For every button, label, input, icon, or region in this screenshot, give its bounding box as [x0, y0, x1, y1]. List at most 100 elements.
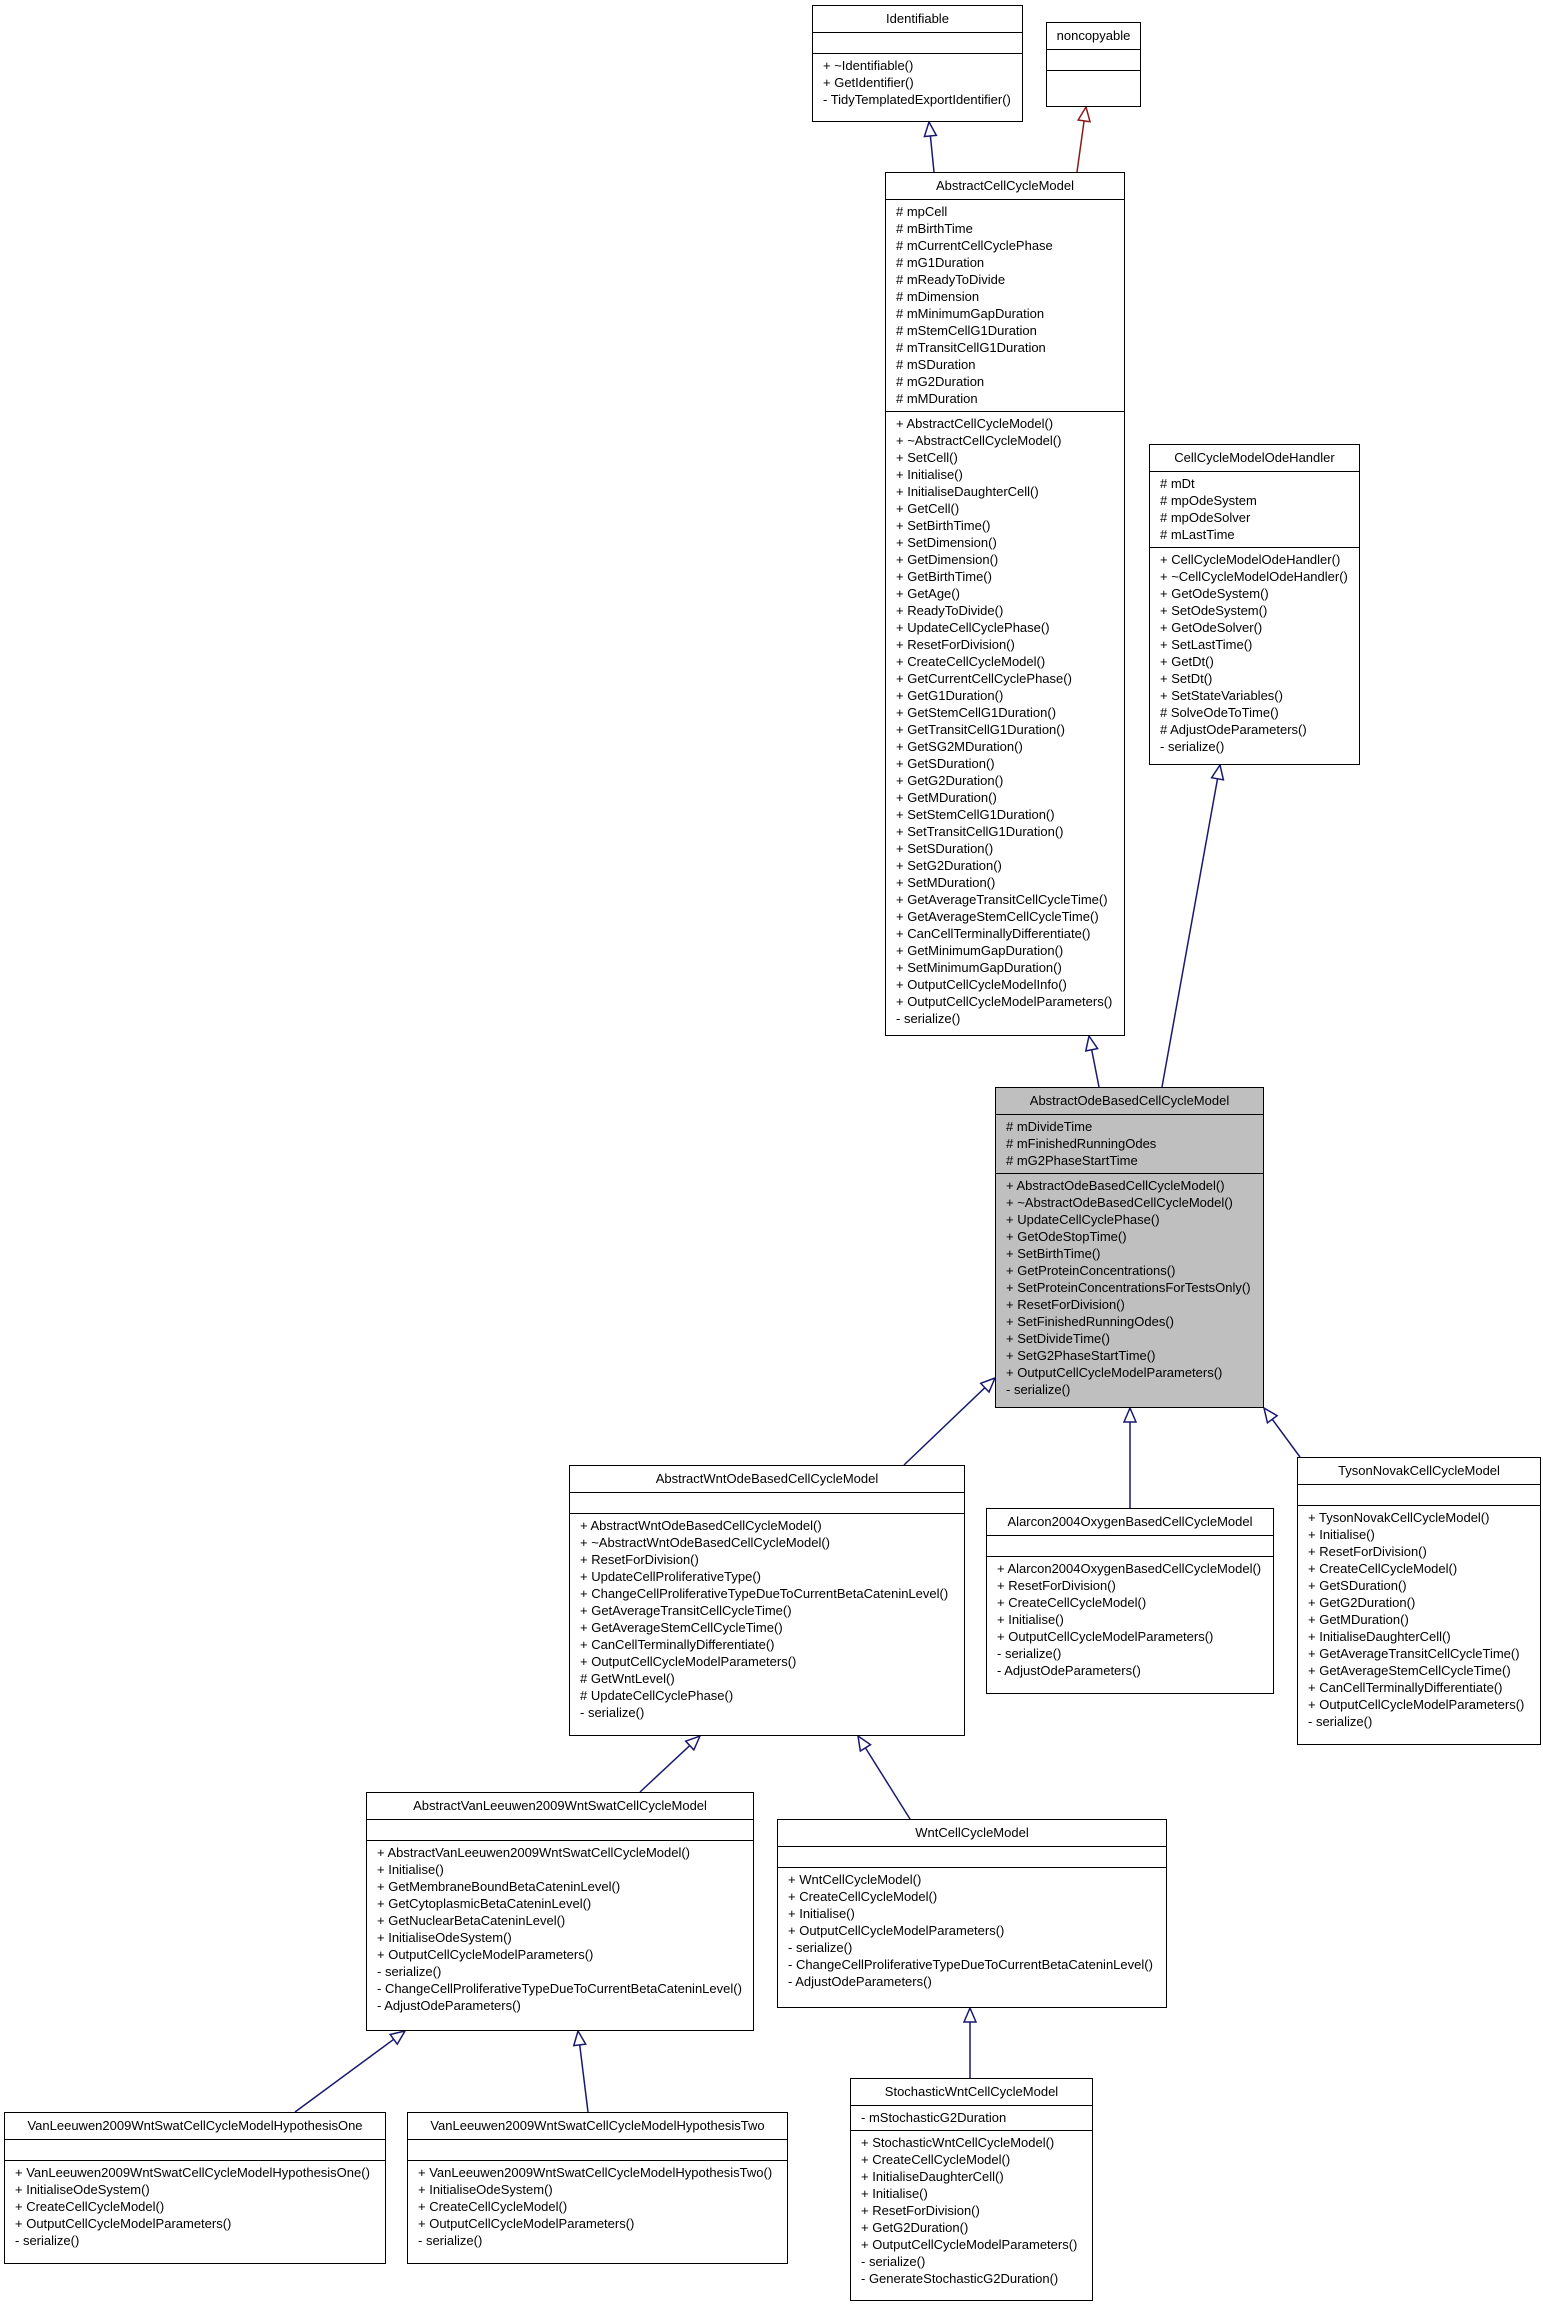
class-box-van-leeuwen-2009-hypothesis-one[interactable]: VanLeeuwen2009WntSwatCellCycleModelHypot…	[4, 2112, 386, 2264]
class-method: + SetProteinConcentrationsForTestsOnly()	[1006, 1280, 1251, 1295]
class-box-abstract-van-leeuwen-2009-wnt-swat-cell-cycle-model[interactable]: AbstractVanLeeuwen2009WntSwatCellCycleMo…	[366, 1792, 754, 2031]
class-attribute: # mMDuration	[896, 391, 978, 406]
methods-section: + AbstractWntOdeBasedCellCycleModel() + ~…	[570, 1514, 964, 1725]
attributes-section	[1298, 1485, 1540, 1506]
class-method: + SetBirthTime()	[896, 518, 991, 533]
inheritance-edge-van-leeuwen-2009-hypothesis-one-to-abstract-van-leeuwen-2009-wnt-swat-cell-cycle-model	[294, 2038, 395, 2113]
class-method: - serialize()	[788, 1940, 853, 1955]
class-method: + UpdateCellCyclePhase()	[1006, 1212, 1160, 1227]
class-method: + OutputCellCycleModelParameters()	[896, 994, 1113, 1009]
class-method: - TidyTemplatedExportIdentifier()	[823, 92, 1011, 107]
class-method: + UpdateCellCyclePhase()	[896, 620, 1050, 635]
class-method: + OutputCellCycleModelParameters()	[997, 1629, 1214, 1644]
attributes-section: # mDt # mpOdeSystem # mpOdeSolver # mLastTi…	[1150, 472, 1359, 548]
class-method: - ChangeCellProliferativeTypeDueToCurren…	[788, 1957, 1153, 1972]
class-box-wnt-cell-cycle-model[interactable]: WntCellCycleModel + WntCellCycleModel() + …	[777, 1819, 1167, 2008]
class-attribute: # mTransitCellG1Duration	[896, 340, 1046, 355]
class-method: + GetCytoplasmicBetaCateninLevel()	[377, 1896, 592, 1911]
class-method: + SetMDuration()	[896, 875, 996, 890]
class-attribute: # mpOdeSystem	[1160, 493, 1257, 508]
class-method: + GetAge()	[896, 586, 960, 601]
inheritance-edge-van-leeuwen-2009-hypothesis-two-to-abstract-van-leeuwen-2009-wnt-swat-cell-cycle-model	[578, 2044, 589, 2113]
class-method: + GetDt()	[1160, 654, 1214, 669]
class-method: + ~AbstractWntOdeBasedCellCycleModel()	[580, 1535, 830, 1550]
attributes-section: # mDivideTime # mFinishedRunningOdes # mG2…	[996, 1115, 1263, 1174]
attributes-section	[987, 1536, 1273, 1557]
class-box-alarcon-2004-oxygen-based-cell-cycle-model[interactable]: Alarcon2004OxygenBasedCellCycleModel + Al…	[986, 1508, 1274, 1694]
class-box-cell-cycle-model-ode-handler[interactable]: CellCycleModelOdeHandler # mDt # mpOdeSyst…	[1149, 444, 1360, 765]
class-method: - serialize()	[377, 1964, 442, 1979]
class-name: noncopyable	[1047, 23, 1140, 50]
class-method: + InitialiseOdeSystem()	[15, 2182, 150, 2197]
class-method: + SetG2PhaseStartTime()	[1006, 1348, 1156, 1363]
attributes-section	[5, 2140, 385, 2161]
class-method: + SetStemCellG1Duration()	[896, 807, 1055, 822]
class-box-noncopyable[interactable]: noncopyable	[1046, 22, 1141, 107]
class-method: + InitialiseDaughterCell()	[1308, 1629, 1451, 1644]
class-method: + AbstractOdeBasedCellCycleModel()	[1006, 1178, 1225, 1193]
class-attribute: # mDt	[1160, 476, 1195, 491]
class-method: + GetProteinConcentrations()	[1006, 1263, 1176, 1278]
class-method: + GetG2Duration()	[861, 2220, 969, 2235]
attributes-section	[778, 1847, 1166, 1868]
class-method: + OutputCellCycleModelParameters()	[377, 1947, 594, 1962]
class-method: + CreateCellCycleModel()	[418, 2199, 568, 2214]
attributes-section: # mpCell # mBirthTime # mCurrentCellCycleP…	[886, 200, 1124, 412]
class-method: + GetTransitCellG1Duration()	[896, 722, 1065, 737]
class-box-abstract-wnt-ode-based-cell-cycle-model[interactable]: AbstractWntOdeBasedCellCycleModel + Abstr…	[569, 1465, 965, 1736]
class-method: + VanLeeuwen2009WntSwatCellCycleModelHyp…	[418, 2165, 773, 2180]
class-method: + SetDivideTime()	[1006, 1331, 1110, 1346]
class-method: + SetTransitCellG1Duration()	[896, 824, 1064, 839]
class-method: - serialize()	[896, 1011, 961, 1026]
class-method: + GetOdeSystem()	[1160, 586, 1269, 601]
class-method: + OutputCellCycleModelParameters()	[1308, 1697, 1525, 1712]
class-method: + OutputCellCycleModelParameters()	[1006, 1365, 1223, 1380]
class-attribute: # mG1Duration	[896, 255, 985, 270]
class-method: + Initialise()	[1308, 1527, 1375, 1542]
methods-section: + WntCellCycleModel() + CreateCellCycleMo…	[778, 1868, 1166, 1994]
class-name: VanLeeuwen2009WntSwatCellCycleModelHypot…	[5, 2113, 385, 2140]
class-method: + OutputCellCycleModelParameters()	[418, 2216, 635, 2231]
class-method: + GetCurrentCellCyclePhase()	[896, 671, 1072, 686]
class-box-tyson-novak-cell-cycle-model[interactable]: TysonNovakCellCycleModel + TysonNovakCell…	[1297, 1457, 1541, 1745]
class-method: - serialize()	[1160, 739, 1225, 754]
class-method: + AbstractWntOdeBasedCellCycleModel()	[580, 1518, 822, 1533]
methods-section: + CellCycleModelOdeHandler() + ~CellCycle…	[1150, 548, 1359, 759]
methods-section	[1047, 71, 1140, 92]
class-method: + SetMinimumGapDuration()	[896, 960, 1062, 975]
class-method: + GetAverageStemCellCycleTime()	[896, 909, 1099, 924]
class-method: + CanCellTerminallyDifferentiate()	[896, 926, 1091, 941]
class-method: + SetStateVariables()	[1160, 688, 1283, 703]
class-box-abstract-cell-cycle-model[interactable]: AbstractCellCycleModel # mpCell # mBirthTi…	[885, 172, 1125, 1036]
class-box-van-leeuwen-2009-hypothesis-two[interactable]: VanLeeuwen2009WntSwatCellCycleModelHypot…	[407, 2112, 788, 2264]
class-method: + GetNuclearBetaCateninLevel()	[377, 1913, 566, 1928]
class-method: + CanCellTerminallyDifferentiate()	[580, 1637, 775, 1652]
class-method: # GetWntLevel()	[580, 1671, 675, 1686]
class-method: + GetSDuration()	[896, 756, 995, 771]
class-method: + ~AbstractOdeBasedCellCycleModel()	[1006, 1195, 1233, 1210]
class-box-abstract-ode-based-cell-cycle-model[interactable]: AbstractOdeBasedCellCycleModel # mDivideT…	[995, 1087, 1264, 1408]
class-method: + InitialiseDaughterCell()	[861, 2169, 1004, 2184]
inheritance-edge-abstract-ode-based-cell-cycle-model-to-cell-cycle-model-ode-handler	[1161, 778, 1219, 1088]
class-method: + GetOdeStopTime()	[1006, 1229, 1127, 1244]
class-name: AbstractVanLeeuwen2009WntSwatCellCycleMo…	[367, 1793, 753, 1820]
inheritance-arrowhead-icon	[388, 2029, 407, 2046]
class-method: + ChangeCellProliferativeTypeDueToCurren…	[580, 1586, 949, 1601]
class-name: AbstractOdeBasedCellCycleModel	[996, 1088, 1263, 1115]
class-attribute: # mSDuration	[896, 357, 976, 372]
inheritance-arrowhead-icon	[1076, 105, 1092, 123]
class-method: + StochasticWntCellCycleModel()	[861, 2135, 1055, 2150]
class-attribute: # mG2Duration	[896, 374, 985, 389]
class-method: + GetAverageTransitCellCycleTime()	[580, 1603, 792, 1618]
class-method: + SetFinishedRunningOdes()	[1006, 1314, 1175, 1329]
class-method: - serialize()	[997, 1646, 1062, 1661]
class-method: + CanCellTerminallyDifferentiate()	[1308, 1680, 1503, 1695]
class-box-identifiable[interactable]: Identifiable + ~Identifiable() + GetIdenti…	[812, 5, 1023, 122]
class-method: + Alarcon2004OxygenBasedCellCycleModel()	[997, 1561, 1262, 1576]
class-method: + UpdateCellProliferativeType()	[580, 1569, 761, 1584]
class-method: + CreateCellCycleModel()	[861, 2152, 1011, 2167]
class-box-stochastic-wnt-cell-cycle-model[interactable]: StochasticWntCellCycleModel - mStochastic…	[850, 2078, 1093, 2301]
class-method: + GetMDuration()	[896, 790, 997, 805]
class-method: + VanLeeuwen2009WntSwatCellCycleModelHyp…	[15, 2165, 370, 2180]
class-method: - AdjustOdeParameters()	[377, 1998, 521, 2013]
